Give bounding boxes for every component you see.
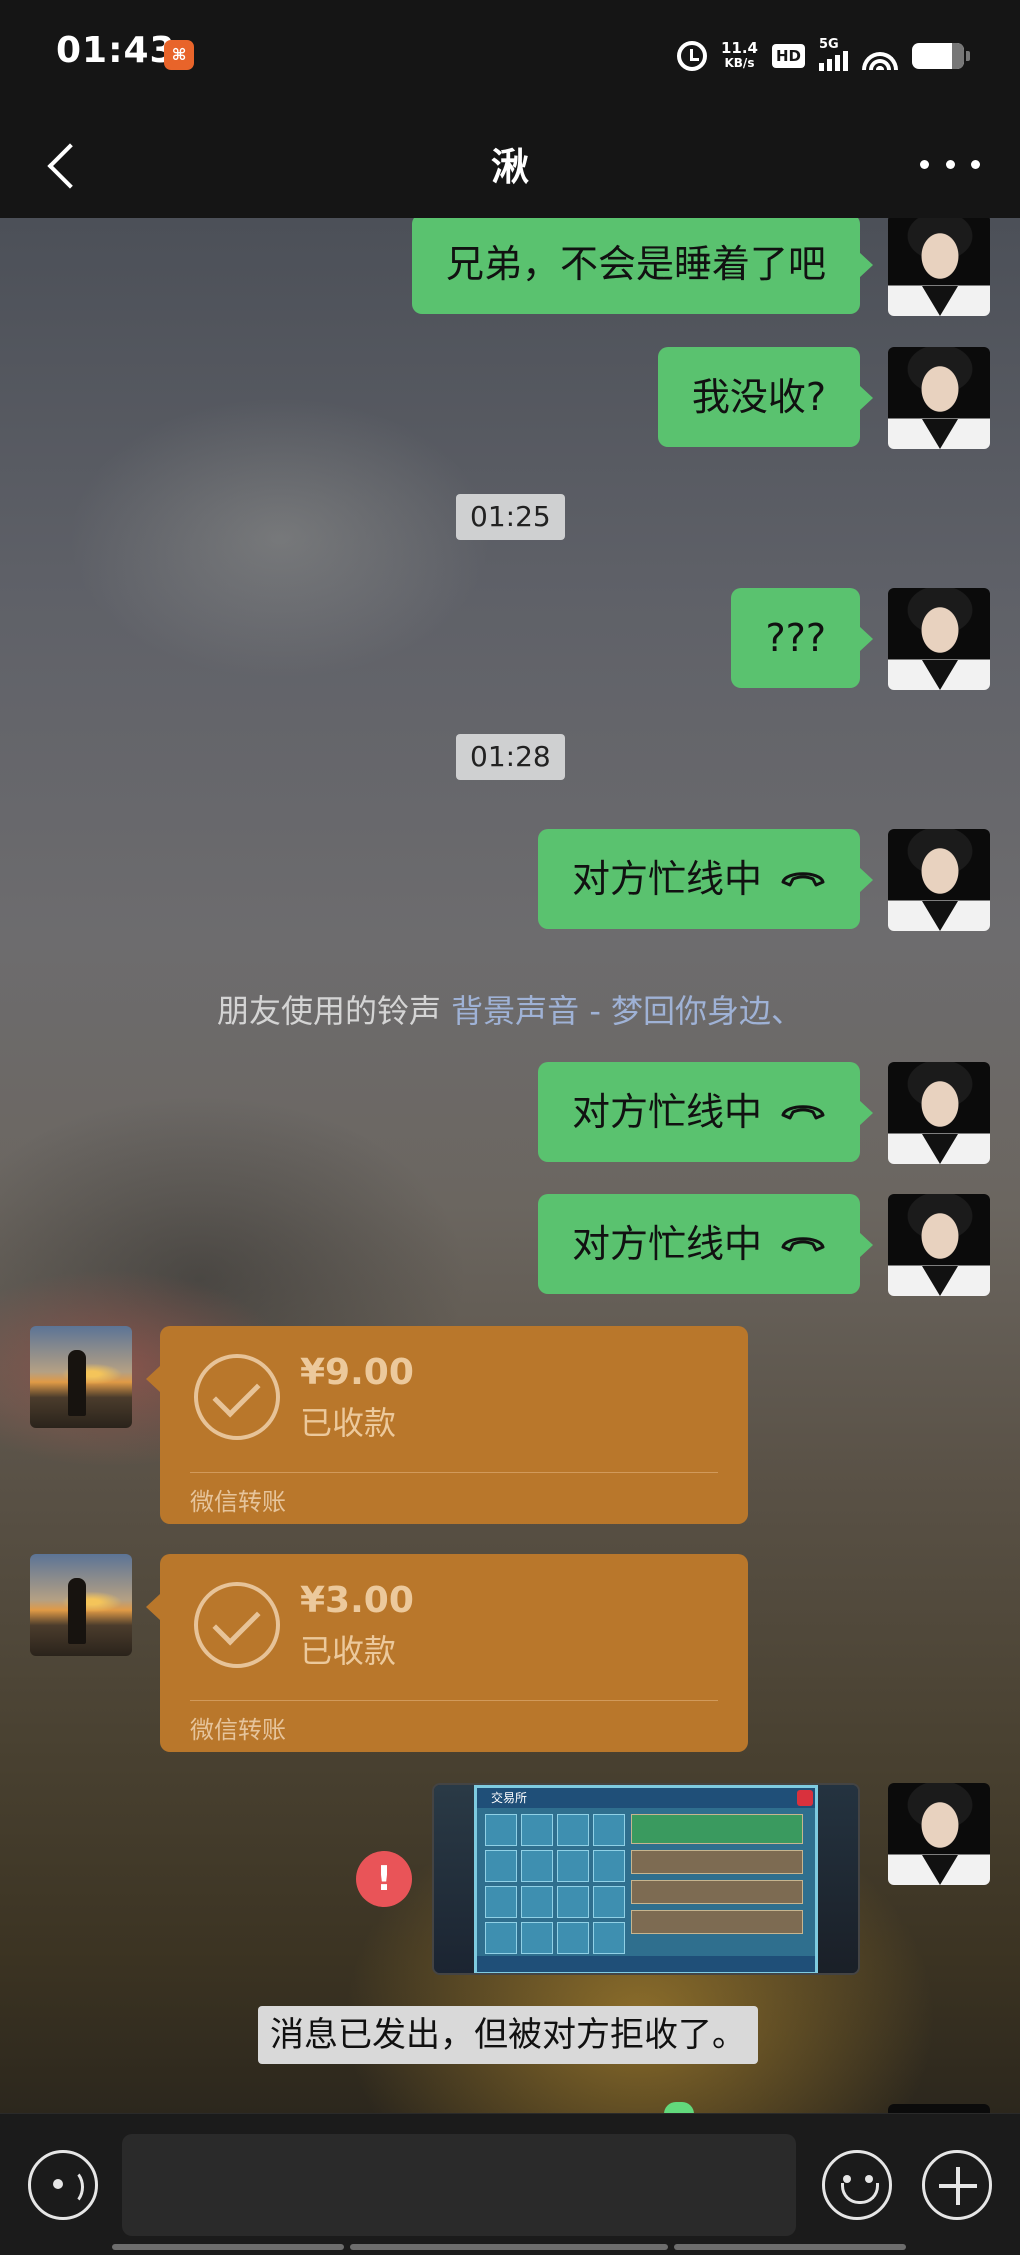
- battery-icon: [912, 43, 970, 69]
- send-failed-icon[interactable]: !: [356, 1851, 412, 1907]
- item-list: [631, 1814, 803, 1954]
- my-avatar[interactable]: [888, 1783, 990, 1885]
- my-avatar[interactable]: [888, 829, 990, 931]
- transfer-divider: [190, 1472, 718, 1473]
- network-speed: 11.4 KB/s: [721, 41, 758, 71]
- status-icons: 11.4 KB/s HD 5G: [676, 36, 970, 76]
- input-bar: [0, 2113, 1020, 2255]
- friend-avatar[interactable]: [30, 1554, 132, 1656]
- message-bubble[interactable]: 我没收?: [657, 347, 874, 447]
- transfer-card[interactable]: ¥9.00 已收款 微信转账: [146, 1326, 748, 1524]
- image-side-pane: [818, 1785, 858, 1973]
- image-message[interactable]: 交易所: [432, 1783, 860, 1975]
- message-timestamp: 01:28: [456, 734, 565, 780]
- ringtone-link[interactable]: 背景声音 - 梦回你身边、: [451, 992, 803, 1030]
- gesture-indicator: [350, 2244, 668, 2250]
- gesture-indicator: [112, 2244, 344, 2250]
- image-side-pane: [434, 1785, 474, 1973]
- app-notification-icon: ⌘: [164, 40, 194, 70]
- my-avatar[interactable]: [888, 1194, 990, 1296]
- voice-icon[interactable]: [28, 2150, 98, 2220]
- ringtone-system-note: 朋友使用的铃声 背景声音 - 梦回你身边、: [0, 986, 1020, 1032]
- wifi-icon: [862, 42, 898, 70]
- item-grid: [485, 1814, 625, 1954]
- chat-area[interactable]: 兄弟，不会是睡着了吧 我没收? 01:25 ??? 01:28 对方忙线中 朋友…: [0, 218, 1020, 2113]
- status-time: 01:43: [56, 30, 176, 71]
- call-status-text: 对方忙线中: [571, 1222, 762, 1266]
- check-circle-icon: [194, 1582, 280, 1668]
- partial-message-bubble: [664, 2102, 694, 2113]
- my-avatar: [888, 2104, 990, 2113]
- transfer-status: 已收款: [300, 1632, 397, 1670]
- my-avatar[interactable]: [888, 1062, 990, 1164]
- status-bar: 01:43 ⌘ 11.4 KB/s HD 5G: [0, 0, 1020, 110]
- message-input[interactable]: [122, 2134, 796, 2236]
- gesture-indicator: [674, 2244, 906, 2250]
- call-status-text: 对方忙线中: [571, 1090, 762, 1134]
- message-timestamp: 01:25: [456, 494, 565, 540]
- network-speed-value: 11.4: [720, 39, 758, 57]
- hd-icon: HD: [771, 44, 805, 68]
- transfer-amount: ¥3.00: [300, 1580, 414, 1621]
- rejected-system-note: 消息已发出，但被对方拒收了。: [258, 2006, 758, 2064]
- call-record-bubble[interactable]: 对方忙线中: [537, 1062, 874, 1162]
- check-circle-icon: [194, 1354, 280, 1440]
- call-status-text: 对方忙线中: [571, 857, 762, 901]
- signal-icon: 5G: [819, 37, 848, 71]
- network-type-label: 5G: [819, 37, 839, 52]
- hang-up-icon: [781, 1236, 825, 1251]
- my-avatar[interactable]: [888, 588, 990, 690]
- call-record-bubble[interactable]: 对方忙线中: [537, 829, 874, 929]
- transfer-footer: 微信转账: [190, 1488, 286, 1516]
- transfer-status: 已收款: [300, 1404, 397, 1442]
- transfer-amount: ¥9.00: [300, 1352, 414, 1393]
- my-avatar[interactable]: [888, 347, 990, 449]
- ringtone-note-text: 朋友使用的铃声: [216, 992, 452, 1030]
- emoji-icon[interactable]: [822, 2150, 892, 2220]
- message-bubble[interactable]: 兄弟，不会是睡着了吧: [411, 218, 874, 314]
- game-titlebar: 交易所: [477, 1788, 815, 1808]
- game-title: 交易所: [491, 1791, 528, 1805]
- game-tabs: [477, 1956, 815, 1972]
- transfer-card[interactable]: ¥3.00 已收款 微信转账: [146, 1554, 748, 1752]
- close-icon: [797, 1790, 813, 1806]
- chat-header: 湫: [0, 110, 1020, 218]
- hang-up-icon: [781, 871, 825, 886]
- transfer-divider: [190, 1700, 718, 1701]
- transfer-footer: 微信转账: [190, 1716, 286, 1744]
- hang-up-icon: [781, 1104, 825, 1119]
- message-bubble[interactable]: ???: [731, 588, 873, 688]
- my-avatar[interactable]: [888, 218, 990, 316]
- friend-avatar[interactable]: [30, 1326, 132, 1428]
- plus-icon[interactable]: [922, 2150, 992, 2220]
- network-speed-unit: KB/s: [724, 56, 755, 70]
- chat-title: 湫: [490, 145, 529, 189]
- alarm-icon: [676, 41, 707, 71]
- call-record-bubble[interactable]: 对方忙线中: [537, 1194, 874, 1294]
- game-screenshot: 交易所: [474, 1785, 818, 1973]
- more-dots-icon[interactable]: [920, 150, 980, 178]
